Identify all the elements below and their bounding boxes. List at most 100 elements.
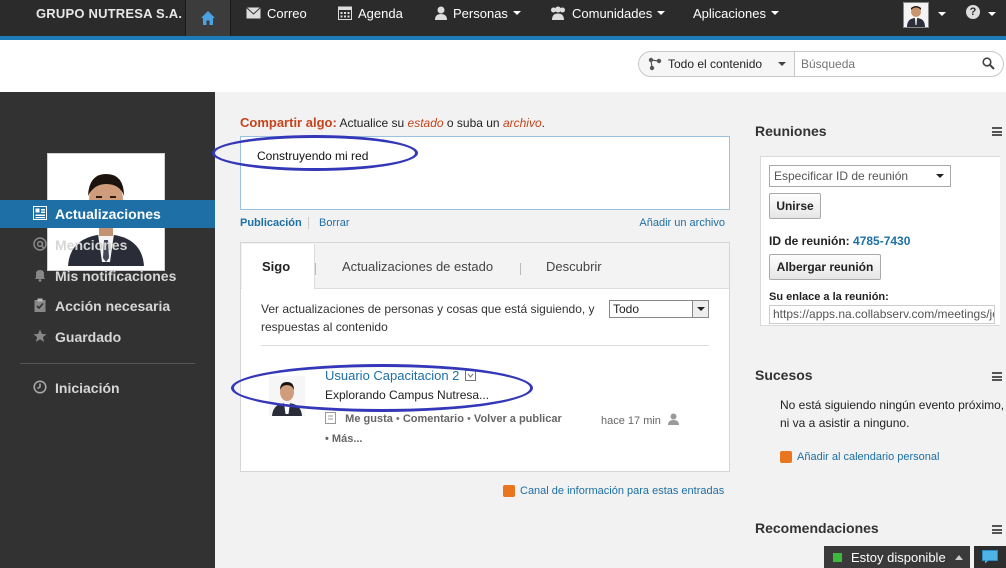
post-button[interactable]: Publicación [240, 217, 302, 229]
meeting-id-label: ID de reunión: [769, 234, 850, 248]
nav-mail[interactable]: Correo [246, 4, 307, 22]
home-button[interactable] [185, 0, 231, 36]
rss-icon [780, 451, 792, 463]
rss-icon [503, 485, 515, 497]
annotation-oval [231, 364, 533, 412]
communities-icon [551, 6, 565, 20]
meeting-id-select[interactable]: Especificar ID de reunión [769, 165, 951, 187]
meeting-id: ID de reunión: 4785-7430 [769, 234, 910, 248]
home-icon [201, 11, 215, 25]
sidebar-item-label: Menciones [55, 237, 128, 253]
search-scope-label: Todo el contenido [668, 57, 763, 71]
repost-button[interactable]: Volver a publicar [474, 413, 562, 425]
nav-communities-label: Comunidades [572, 5, 653, 21]
dropdown-button[interactable] [692, 301, 708, 317]
annotation-oval [212, 135, 418, 171]
chat-button[interactable] [974, 546, 1006, 568]
divider [261, 345, 709, 346]
activity-stream: Sigo Actualizaciones de estado Descubrir… [240, 242, 730, 472]
more-actions[interactable]: • Más... [325, 433, 363, 445]
main-content: Compartir algo: Actualice su estado o su… [212, 92, 745, 568]
menu-icon[interactable] [992, 127, 1002, 136]
sidebar-item-mentions[interactable]: Menciones [0, 231, 215, 259]
sidebar-item-saved[interactable]: Guardado [0, 323, 215, 351]
calendar-link-label: Añadir al calendario personal [797, 451, 940, 463]
top-navigation-bar: GRUPO NUTRESA S.A. Correo Agenda Persona… [0, 0, 1006, 36]
bookmark-icon[interactable] [325, 412, 336, 424]
events-text: No está siguiendo ningún evento próximo,… [780, 398, 1005, 430]
file-link[interactable]: archivo [503, 116, 542, 130]
chat-status-button[interactable]: Estoy disponible [824, 546, 970, 568]
clipboard-icon [34, 298, 46, 312]
divider [308, 217, 309, 229]
share-title: Compartir algo: [240, 115, 337, 130]
feed-filter-select[interactable]: Todo [609, 300, 709, 318]
sidebar-item-getting-started[interactable]: Iniciación [0, 374, 215, 402]
chevron-down-icon[interactable] [988, 12, 996, 16]
bell-icon [35, 270, 45, 282]
user-avatar-button[interactable] [903, 2, 929, 28]
share-text: Actualice su [336, 116, 408, 130]
chat-status-label: Estoy disponible [851, 549, 946, 565]
chevron-down-icon [771, 11, 779, 15]
sidebar-item-updates[interactable]: Actualizaciones [0, 200, 215, 228]
chevron-down-icon [512, 11, 521, 15]
meeting-link-label: Su enlace a la reunión: [769, 291, 889, 303]
meeting-id-placeholder: Especificar ID de reunión [774, 169, 909, 183]
chevron-down-icon [696, 307, 705, 311]
menu-icon[interactable] [992, 525, 1002, 534]
menu-icon[interactable] [992, 372, 1002, 381]
timestamp-text: hace 17 min [601, 415, 661, 427]
share-header: Compartir algo: Actualice su estado o su… [240, 115, 545, 130]
rss-link-label: Canal de información para estas entradas [520, 485, 725, 497]
calendar-icon [338, 6, 352, 20]
share-actions: Publicación Borrar Añadir un archivo [240, 217, 730, 231]
post-timestamp: hace 17 min [601, 413, 679, 427]
search-box [794, 51, 1004, 77]
search-scope-dropdown[interactable]: Todo el contenido [638, 51, 795, 77]
host-meeting-button[interactable]: Albergar reunión [769, 254, 881, 280]
events-title: Sucesos [755, 367, 813, 383]
tab-discover[interactable]: Descubrir [546, 259, 602, 274]
meeting-link-field[interactable]: https://apps.na.collabserv.com/meetings/… [769, 305, 995, 324]
add-file-link[interactable]: Añadir un archivo [639, 217, 725, 229]
meetings-title: Reuniones [755, 123, 827, 139]
nav-communities[interactable]: Comunidades [550, 4, 666, 22]
chevron-down-icon [936, 174, 944, 178]
more-label: Más... [331, 433, 363, 445]
clock-icon [33, 380, 47, 394]
feed-description: Ver actualizaciones de personas y cosas … [261, 302, 595, 334]
tab-status-updates[interactable]: Actualizaciones de estado [342, 259, 493, 274]
right-sidebar: Reuniones Especificar ID de reunión Unir… [745, 92, 1006, 568]
star-icon [33, 329, 47, 342]
avatar [904, 3, 928, 27]
org-name: GRUPO NUTRESA S.A. [36, 6, 183, 21]
share-text: . [541, 116, 545, 130]
sidebar-item-notifications[interactable]: Mis notificaciones [0, 262, 215, 290]
clear-button[interactable]: Borrar [319, 217, 350, 229]
tab-divider [315, 263, 316, 275]
nav-calendar[interactable]: Agenda [338, 4, 403, 22]
sidebar-divider [20, 363, 195, 364]
tab-following[interactable]: Sigo [262, 259, 290, 274]
search-input[interactable] [795, 52, 965, 76]
search-icon[interactable] [982, 57, 995, 70]
sidebar-item-label: Acción necesaria [55, 298, 171, 314]
nav-people[interactable]: Personas [435, 4, 521, 22]
feed-tabs: Sigo Actualizaciones de estado Descubrir [241, 243, 729, 289]
comment-button[interactable]: Comentario [403, 413, 464, 425]
scope-icon [648, 57, 662, 71]
help-icon[interactable]: ? [966, 5, 980, 19]
like-button[interactable]: Me gusta [345, 413, 393, 425]
sidebar-item-action-required[interactable]: Acción necesaria [0, 292, 215, 320]
share-text: o suba un [443, 116, 503, 130]
person-icon [435, 6, 447, 20]
status-link[interactable]: estado [408, 116, 444, 130]
feed-rss-link[interactable]: Canal de información para estas entradas [503, 485, 724, 497]
join-button[interactable]: Unirse [769, 193, 821, 219]
meeting-id-value: 4785-7430 [853, 234, 911, 248]
mail-icon [246, 7, 261, 19]
add-to-calendar-link[interactable]: Añadir al calendario personal [780, 451, 939, 463]
nav-apps[interactable]: Aplicaciones [693, 4, 779, 22]
chevron-down-icon[interactable] [938, 12, 946, 16]
